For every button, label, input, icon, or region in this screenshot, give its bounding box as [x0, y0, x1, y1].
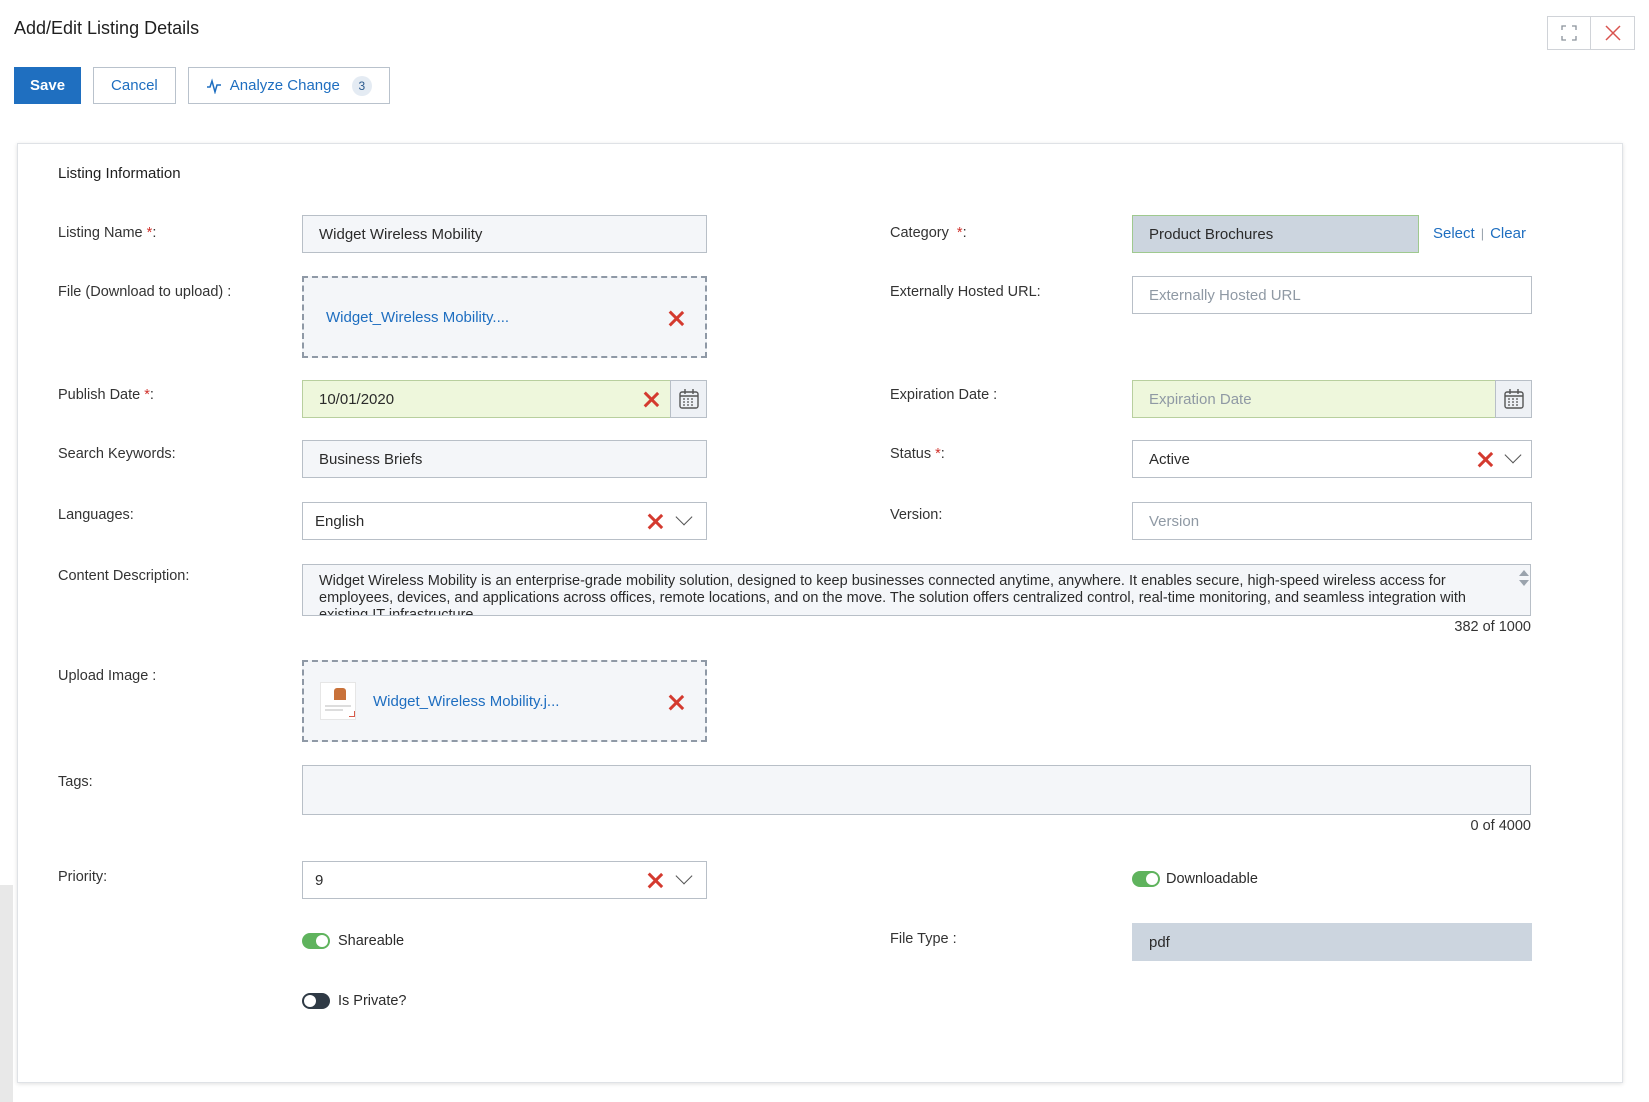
tags-char-counter: 0 of 4000 [1470, 818, 1531, 834]
upload-image-label: Upload Image : [58, 668, 157, 684]
publish-date-calendar-button[interactable] [670, 380, 707, 418]
remove-image-icon[interactable] [668, 694, 684, 710]
file-dropzone[interactable]: Widget_Wireless Mobility.... [302, 276, 707, 358]
left-edge-strip [0, 885, 13, 1102]
is-private-toggle[interactable] [302, 993, 330, 1009]
activity-icon [206, 77, 221, 94]
clear-languages-icon[interactable] [647, 513, 663, 529]
category-actions-separator: | [1480, 226, 1485, 241]
image-link[interactable]: Widget_Wireless Mobility.j... [373, 693, 559, 710]
content-description-textarea[interactable]: Widget Wireless Mobility is an enterpris… [302, 564, 1531, 616]
category-select-link[interactable]: Select [1433, 225, 1475, 242]
clear-priority-icon[interactable] [647, 872, 663, 888]
description-char-counter: 382 of 1000 [1454, 619, 1531, 635]
calendar-icon [1503, 389, 1524, 409]
analyze-change-button[interactable]: Analyze Change 3 [187, 67, 390, 104]
analyze-change-label: Analyze Change [229, 77, 340, 94]
expiration-date-label: Expiration Date : [890, 387, 998, 403]
close-icon [1604, 25, 1621, 41]
search-keywords-label: Search Keywords: [58, 446, 176, 462]
category-clear-link[interactable]: Clear [1490, 225, 1526, 242]
section-title: Listing Information [58, 165, 181, 182]
listing-name-label: Listing Name *: [58, 225, 157, 241]
expiration-date-input[interactable]: Expiration Date [1132, 380, 1496, 418]
downloadable-label: Downloadable [1166, 871, 1258, 887]
status-label: Status *: [890, 446, 945, 462]
file-type-label: File Type : [890, 931, 957, 947]
downloadable-toggle[interactable] [1132, 871, 1160, 887]
calendar-icon [678, 389, 699, 409]
expiration-date-calendar-button[interactable] [1495, 380, 1532, 418]
languages-label: Languages: [58, 507, 134, 523]
expand-icon [1561, 25, 1577, 41]
category-actions: Select | Clear [1433, 225, 1526, 242]
save-button[interactable]: Save [14, 67, 82, 104]
priority-label: Priority: [58, 869, 108, 885]
is-private-label: Is Private? [338, 993, 407, 1009]
close-button[interactable] [1591, 16, 1635, 50]
scroll-up-icon[interactable] [1519, 570, 1529, 576]
content-description-label: Content Description: [58, 568, 190, 584]
status-select[interactable]: Active [1132, 440, 1532, 478]
window-controls [1547, 16, 1635, 50]
tags-textarea[interactable] [302, 765, 1531, 815]
clear-status-icon[interactable] [1477, 451, 1493, 467]
search-keywords-input[interactable]: Business Briefs [302, 440, 707, 478]
image-dropzone[interactable]: Widget_Wireless Mobility.j... [302, 660, 707, 742]
analyze-count-badge: 3 [351, 75, 372, 96]
clear-publish-date-icon[interactable] [643, 391, 659, 407]
publish-date-label: Publish Date *: [58, 387, 154, 403]
description-scroll-arrows[interactable] [1518, 568, 1530, 586]
version-label: Version: [890, 507, 943, 523]
listing-name-input[interactable]: Widget Wireless Mobility [302, 215, 707, 253]
external-url-input[interactable]: Externally Hosted URL [1132, 276, 1532, 314]
scroll-down-icon[interactable] [1519, 580, 1529, 586]
external-url-label: Externally Hosted URL: [890, 284, 1041, 300]
file-type-value: pdf [1132, 923, 1532, 961]
external-url-placeholder: Externally Hosted URL [1149, 286, 1301, 304]
cancel-button[interactable]: Cancel [93, 67, 176, 104]
file-label: File (Download to upload) : [58, 284, 232, 300]
category-label: Category *: [890, 225, 967, 241]
tags-label: Tags: [58, 774, 93, 790]
version-placeholder: Version [1149, 512, 1200, 530]
shareable-label: Shareable [338, 933, 405, 949]
file-link[interactable]: Widget_Wireless Mobility.... [326, 309, 509, 326]
toolbar: Save Cancel Analyze Change 3 [14, 67, 390, 104]
version-input[interactable]: Version [1132, 502, 1532, 540]
shareable-toggle[interactable] [302, 933, 330, 949]
expiration-date-placeholder: Expiration Date [1149, 390, 1252, 408]
maximize-button[interactable] [1547, 16, 1591, 50]
category-input: Product Brochures [1132, 215, 1419, 253]
publish-date-input[interactable]: 10/01/2020 [302, 380, 671, 418]
remove-file-icon[interactable] [668, 310, 684, 326]
image-thumbnail [320, 682, 356, 720]
page-title: Add/Edit Listing Details [14, 18, 200, 38]
